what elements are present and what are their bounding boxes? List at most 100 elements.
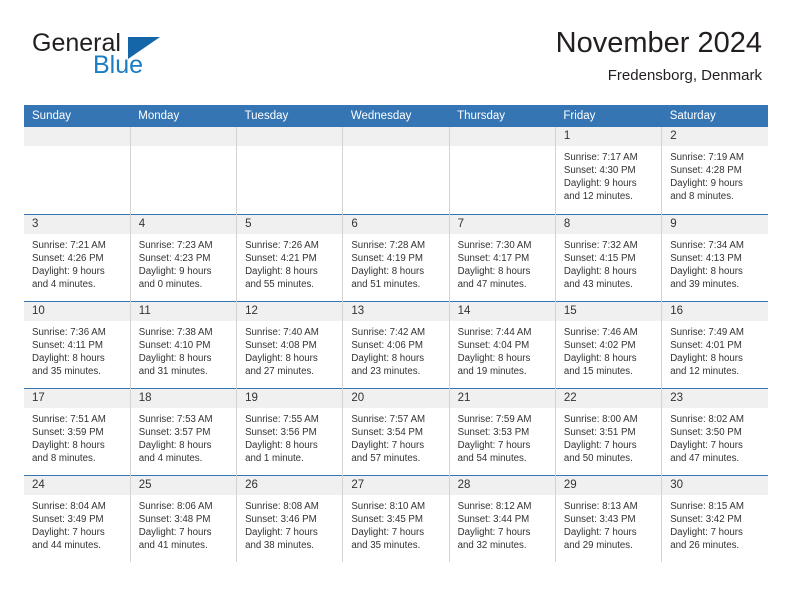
daylight-text-line2: and 35 minutes. xyxy=(351,539,421,551)
calendar-week-row: 1 Sunrise: 7:17 AM Sunset: 4:30 PM Daylight… xyxy=(24,127,768,214)
calendar-day-cell[interactable]: 12 Sunrise: 7:40 AM Sunset: 4:08 PM Dayligh… xyxy=(236,300,343,388)
sunset-text: Sunset: 3:59 PM xyxy=(32,426,104,438)
daylight-text-line1: Daylight: 8 hours xyxy=(138,352,212,364)
sunset-text: Sunset: 4:01 PM xyxy=(670,339,742,351)
title-block: November 2024 Fredensborg, Denmark xyxy=(556,26,762,86)
calendar-day-cell[interactable]: 25 Sunrise: 8:06 AM Sunset: 3:48 PM Dayligh… xyxy=(129,474,237,562)
sunrise-text: Sunrise: 7:53 AM xyxy=(138,413,213,425)
calendar-day-cell[interactable]: 11 Sunrise: 7:38 AM Sunset: 4:10 PM Dayligh… xyxy=(129,300,237,388)
day-details: Sunrise: 8:02 AM Sunset: 3:50 PM Daylight:… xyxy=(662,408,768,465)
sunrise-text: Sunrise: 8:12 AM xyxy=(457,500,532,512)
day-number: 19 xyxy=(237,388,343,408)
day-number: 16 xyxy=(662,301,768,321)
calendar-day-cell[interactable]: 6 Sunrise: 7:28 AM Sunset: 4:19 PM Daylight… xyxy=(342,213,450,301)
calendar-day-cell[interactable]: 18 Sunrise: 7:53 AM Sunset: 3:57 PM Dayligh… xyxy=(129,387,237,475)
sunrise-text: Sunrise: 8:08 AM xyxy=(245,500,319,512)
daylight-text-line2: and 26 minutes. xyxy=(670,539,740,551)
daylight-text-line1: Daylight: 7 hours xyxy=(457,526,531,538)
calendar-day-cell[interactable]: 4 Sunrise: 7:23 AM Sunset: 4:23 PM Daylight… xyxy=(129,213,237,301)
sunset-text: Sunset: 4:30 PM xyxy=(563,165,636,177)
sunrise-text: Sunrise: 7:26 AM xyxy=(245,239,319,251)
calendar-day-cell[interactable]: 20 Sunrise: 7:57 AM Sunset: 3:54 PM Dayligh… xyxy=(342,387,450,475)
sunset-text: Sunset: 3:49 PM xyxy=(32,513,104,525)
sunset-text: Sunset: 4:21 PM xyxy=(245,252,317,264)
daylight-text-line1: Daylight: 7 hours xyxy=(351,526,425,538)
day-details: Sunrise: 7:21 AM Sunset: 4:26 PM Daylight:… xyxy=(24,234,130,291)
sunset-text: Sunset: 3:48 PM xyxy=(138,513,211,525)
calendar-day-cell[interactable]: 17 Sunrise: 7:51 AM Sunset: 3:59 PM Dayligh… xyxy=(24,387,131,475)
daylight-text-line2: and 1 minute. xyxy=(245,452,304,464)
calendar-day-cell[interactable]: 8 Sunrise: 7:32 AM Sunset: 4:15 PM Daylight… xyxy=(554,213,662,301)
day-number: 4 xyxy=(130,214,237,234)
sunset-text: Sunset: 4:02 PM xyxy=(563,339,636,351)
calendar-header-row: Sunday Monday Tuesday Wednesday Thursday Frid… xyxy=(24,105,768,127)
day-number xyxy=(237,127,343,146)
day-details: Sunrise: 7:38 AM Sunset: 4:10 PM Daylight:… xyxy=(131,321,236,378)
page-title: November 2024 xyxy=(555,27,762,59)
daylight-text-line1: Daylight: 8 hours xyxy=(563,352,637,364)
day-number: 12 xyxy=(237,301,343,321)
daylight-text-line1: Daylight: 8 hours xyxy=(457,265,531,277)
calendar-day-cell[interactable]: 26 Sunrise: 8:08 AM Sunset: 3:46 PM Dayligh… xyxy=(236,474,343,562)
sunset-text: Sunset: 4:26 PM xyxy=(32,252,104,264)
calendar-day-cell[interactable]: 22 Sunrise: 8:00 AM Sunset: 3:51 PM Dayligh… xyxy=(554,387,662,475)
day-number: 28 xyxy=(449,475,555,495)
sunset-text: Sunset: 4:13 PM xyxy=(670,252,742,264)
day-number xyxy=(24,127,130,146)
day-number: 18 xyxy=(130,388,237,408)
calendar-day-cell[interactable]: 3 Sunrise: 7:21 AM Sunset: 4:26 PM Daylight… xyxy=(24,213,131,301)
calendar-day-cell[interactable]: 27 Sunrise: 8:10 AM Sunset: 3:45 PM Dayligh… xyxy=(342,474,450,562)
sunrise-text: Sunrise: 7:30 AM xyxy=(457,239,532,251)
day-details: Sunrise: 7:28 AM Sunset: 4:19 PM Daylight:… xyxy=(343,234,448,291)
calendar-day-cell[interactable]: 5 Sunrise: 7:26 AM Sunset: 4:21 PM Daylight… xyxy=(236,213,343,301)
calendar-day-cell[interactable]: 21 Sunrise: 7:59 AM Sunset: 3:53 PM Dayligh… xyxy=(448,387,556,475)
calendar-day-cell[interactable]: 15 Sunrise: 7:46 AM Sunset: 4:02 PM Dayligh… xyxy=(554,300,662,388)
daylight-text-line2: and 0 minutes. xyxy=(138,278,203,290)
calendar-day-cell[interactable]: 24 Sunrise: 8:04 AM Sunset: 3:49 PM Dayligh… xyxy=(24,474,131,562)
calendar-day-cell-empty xyxy=(24,127,131,214)
day-number: 27 xyxy=(343,475,449,495)
day-details: Sunrise: 8:12 AM Sunset: 3:44 PM Daylight:… xyxy=(450,495,555,552)
sunrise-text: Sunrise: 8:02 AM xyxy=(670,413,744,425)
day-details: Sunrise: 7:46 AM Sunset: 4:02 PM Daylight:… xyxy=(556,321,661,378)
daylight-text-line1: Daylight: 7 hours xyxy=(138,526,212,538)
day-number xyxy=(343,127,449,146)
daylight-text-line1: Daylight: 8 hours xyxy=(138,439,212,451)
calendar-day-cell[interactable]: 19 Sunrise: 7:55 AM Sunset: 3:56 PM Dayligh… xyxy=(236,387,343,475)
daylight-text-line2: and 47 minutes. xyxy=(457,278,527,290)
daylight-text-line2: and 55 minutes. xyxy=(245,278,314,290)
calendar-day-cell[interactable]: 7 Sunrise: 7:30 AM Sunset: 4:17 PM Daylight… xyxy=(448,213,556,301)
daylight-text-line2: and 4 minutes. xyxy=(138,452,203,464)
calendar-day-cell[interactable]: 28 Sunrise: 8:12 AM Sunset: 3:44 PM Dayligh… xyxy=(448,474,556,562)
calendar-day-cell[interactable]: 30 Sunrise: 8:15 AM Sunset: 3:42 PM Dayligh… xyxy=(661,474,768,562)
daylight-text-line2: and 54 minutes. xyxy=(457,452,527,464)
calendar-day-cell[interactable]: 9 Sunrise: 7:34 AM Sunset: 4:13 PM Daylight… xyxy=(661,213,768,301)
calendar-day-cell[interactable]: 16 Sunrise: 7:49 AM Sunset: 4:01 PM Dayligh… xyxy=(661,300,768,388)
day-details: Sunrise: 7:32 AM Sunset: 4:15 PM Daylight:… xyxy=(556,234,661,291)
daylight-text-line1: Daylight: 9 hours xyxy=(138,265,212,277)
daylight-text-line2: and 47 minutes. xyxy=(670,452,740,464)
sunrise-text: Sunrise: 8:00 AM xyxy=(563,413,638,425)
calendar-day-cell[interactable]: 29 Sunrise: 8:13 AM Sunset: 3:43 PM Dayligh… xyxy=(554,474,662,562)
sunset-text: Sunset: 3:50 PM xyxy=(670,426,742,438)
day-details: Sunrise: 7:57 AM Sunset: 3:54 PM Daylight:… xyxy=(343,408,448,465)
day-number: 29 xyxy=(555,475,662,495)
calendar-day-cell[interactable]: 23 Sunrise: 8:02 AM Sunset: 3:50 PM Dayligh… xyxy=(661,387,768,475)
calendar-day-cell[interactable]: 14 Sunrise: 7:44 AM Sunset: 4:04 PM Dayligh… xyxy=(448,300,556,388)
daylight-text-line2: and 4 minutes. xyxy=(32,278,96,290)
day-details: Sunrise: 8:00 AM Sunset: 3:51 PM Daylight:… xyxy=(556,408,661,465)
calendar-day-cell-empty xyxy=(342,127,450,214)
day-number: 15 xyxy=(555,301,662,321)
weekday-header-tuesday: Tuesday xyxy=(236,105,343,127)
calendar-day-cell[interactable]: 1 Sunrise: 7:17 AM Sunset: 4:30 PM Daylight… xyxy=(554,127,662,214)
calendar-day-cell[interactable]: 10 Sunrise: 7:36 AM Sunset: 4:11 PM Dayligh… xyxy=(24,300,131,388)
sunset-text: Sunset: 4:04 PM xyxy=(457,339,530,351)
calendar-day-cell-empty xyxy=(129,127,237,214)
calendar-day-cell[interactable]: 2 Sunrise: 7:19 AM Sunset: 4:28 PM Daylight… xyxy=(661,127,768,214)
calendar-day-cell[interactable]: 13 Sunrise: 7:42 AM Sunset: 4:06 PM Dayligh… xyxy=(342,300,450,388)
day-details: Sunrise: 8:10 AM Sunset: 3:45 PM Daylight:… xyxy=(343,495,448,552)
daylight-text-line2: and 29 minutes. xyxy=(563,539,633,551)
day-details: Sunrise: 7:19 AM Sunset: 4:28 PM Daylight:… xyxy=(662,146,768,203)
brand-logo[interactable]: General Blue xyxy=(32,30,262,78)
day-details: Sunrise: 7:26 AM Sunset: 4:21 PM Daylight:… xyxy=(237,234,342,291)
